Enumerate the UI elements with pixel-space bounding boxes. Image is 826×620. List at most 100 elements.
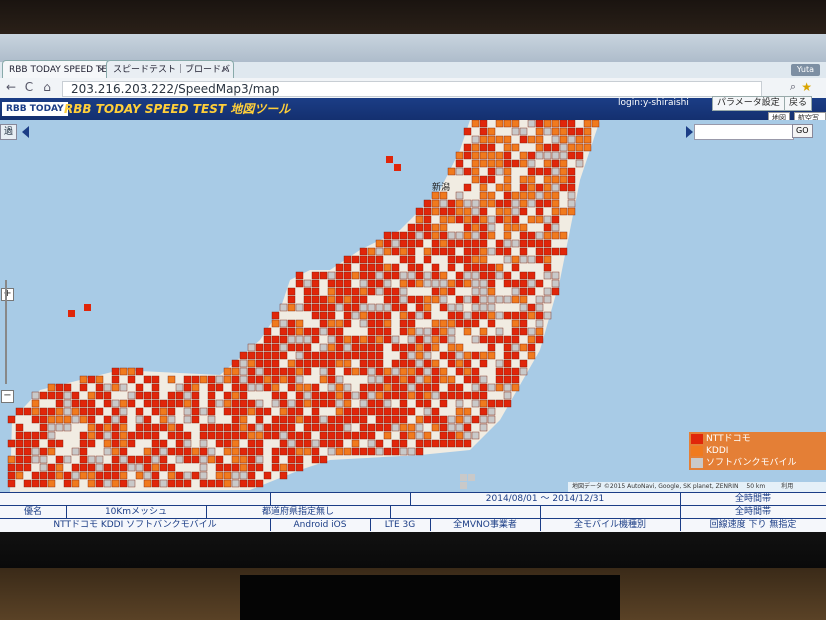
mesh-cell <box>503 207 512 216</box>
search-icon[interactable]: ⌕ <box>790 80 796 94</box>
mesh-cell <box>471 287 480 296</box>
collapse-left-icon[interactable] <box>22 126 29 138</box>
mesh-cell <box>79 375 88 384</box>
time-filter[interactable]: 全時間帯 <box>680 506 826 518</box>
mesh-cell <box>359 311 368 320</box>
zoom-slider[interactable] <box>5 280 7 384</box>
mesh-cell <box>535 311 544 320</box>
tab-speedtest[interactable]: スピードテスト｜ブロードバ × <box>106 60 234 79</box>
network-filter[interactable]: LTE 3G <box>370 519 431 531</box>
mesh-cell <box>31 407 40 416</box>
mesh-cell <box>415 207 424 216</box>
mesh-cell <box>423 415 432 424</box>
period-range[interactable]: 2014/08/01 〜 2014/12/31 <box>410 493 681 505</box>
mesh-cell <box>439 399 448 408</box>
tab-speedmap[interactable]: RBB TODAY SPEED TE × <box>2 60 110 79</box>
map-canvas[interactable]: 過 GO + − 新潟 NTTドコモ KDDI ソフトバンクモバイル 地図データ… <box>0 120 826 492</box>
side-panel-toggle[interactable]: 過 <box>0 124 18 140</box>
carrier-filter[interactable]: NTTドコモ KDDI ソフトバンクモバイル <box>0 519 271 531</box>
parameter-settings-button[interactable]: パラメータ設定 <box>712 96 785 111</box>
mvno-filter[interactable]: 全MVNO事業者 <box>430 519 541 531</box>
go-button[interactable]: GO <box>792 124 813 138</box>
mesh-cell <box>367 367 376 376</box>
mesh-cell <box>55 391 64 400</box>
mesh-cell <box>111 455 120 464</box>
mesh-cell <box>335 423 344 432</box>
mesh-cell <box>167 423 176 432</box>
expand-right-icon[interactable] <box>686 126 693 138</box>
speed-filter[interactable]: 回線速度 下り 無指定 <box>680 519 826 531</box>
url-input[interactable]: 203.216.203.222/SpeedMap3/map <box>62 81 762 97</box>
time-slot[interactable]: 全時間帯 <box>680 493 826 505</box>
mesh-cell <box>183 375 192 384</box>
mesh-cell <box>543 199 552 208</box>
mesh-cell <box>519 295 528 304</box>
back-arrow-icon[interactable]: ← <box>4 80 18 94</box>
mesh-cell <box>479 407 488 416</box>
mesh-cell <box>495 271 504 280</box>
mesh-cell <box>303 447 312 456</box>
place-search-input[interactable] <box>694 124 794 140</box>
mesh-cell <box>239 471 248 480</box>
mesh-cell <box>343 279 352 288</box>
mesh-cell <box>511 367 520 376</box>
mesh-cell <box>31 439 40 448</box>
mesh-cell <box>111 431 120 440</box>
mesh-cell <box>47 391 56 400</box>
mesh-cell <box>143 415 152 424</box>
mesh-cell <box>463 223 472 232</box>
mesh-cell <box>527 175 536 184</box>
mesh-cell <box>519 303 528 312</box>
terms-link[interactable]: 利用 <box>781 483 793 490</box>
user-chip[interactable]: Yuta <box>790 64 820 76</box>
mesh-cell <box>383 327 392 336</box>
mesh-cell <box>367 423 376 432</box>
mesh-cell <box>567 127 576 136</box>
close-icon[interactable]: × <box>97 61 105 79</box>
star-icon[interactable]: ★ <box>801 80 812 94</box>
mesh-cell <box>95 383 104 392</box>
legend-swatch-docomo <box>691 433 703 444</box>
mesh-cell <box>407 383 416 392</box>
mesh-cell <box>415 239 424 248</box>
mesh-size[interactable]: 10Kmメッシュ <box>66 506 207 518</box>
mesh-cell <box>503 231 512 240</box>
mesh-cell <box>463 295 472 304</box>
zoom-out-button[interactable]: − <box>1 390 14 403</box>
mesh-cell <box>279 351 288 360</box>
mesh-cell <box>511 215 520 224</box>
mesh-cell <box>503 135 512 144</box>
island-cell <box>468 474 475 481</box>
mesh-cell <box>319 415 328 424</box>
mesh-cell <box>407 223 416 232</box>
mesh-cell <box>383 311 392 320</box>
mesh-cell <box>55 383 64 392</box>
os-filter[interactable]: Android iOS <box>270 519 371 531</box>
mesh-cell <box>207 455 216 464</box>
mesh-cell <box>551 223 560 232</box>
zoom-in-button[interactable]: + <box>1 288 14 301</box>
mesh-cell <box>159 407 168 416</box>
mesh-cell <box>431 423 440 432</box>
home-icon[interactable]: ⌂ <box>40 80 54 94</box>
mesh-cell <box>487 263 496 272</box>
mesh-cell <box>351 431 360 440</box>
mesh-cell <box>335 439 344 448</box>
mesh-cell <box>503 223 512 232</box>
mesh-cell <box>535 151 544 160</box>
mesh-cell <box>447 439 456 448</box>
mesh-cell <box>511 295 520 304</box>
mesh-cell <box>479 295 488 304</box>
back-button[interactable]: 戻る <box>784 96 813 111</box>
mesh-cell <box>399 431 408 440</box>
device-filter[interactable]: 全モバイル機種別 <box>540 519 681 531</box>
close-icon[interactable]: × <box>221 61 229 79</box>
reload-icon[interactable]: C <box>22 80 36 94</box>
mesh-cell <box>319 351 328 360</box>
mesh-cell <box>351 407 360 416</box>
mesh-cell <box>495 359 504 368</box>
mesh-cell <box>503 120 512 128</box>
mesh-cell <box>455 279 464 288</box>
mesh-cell <box>359 303 368 312</box>
prefecture-filter[interactable]: 都道府県指定無し <box>206 506 391 518</box>
